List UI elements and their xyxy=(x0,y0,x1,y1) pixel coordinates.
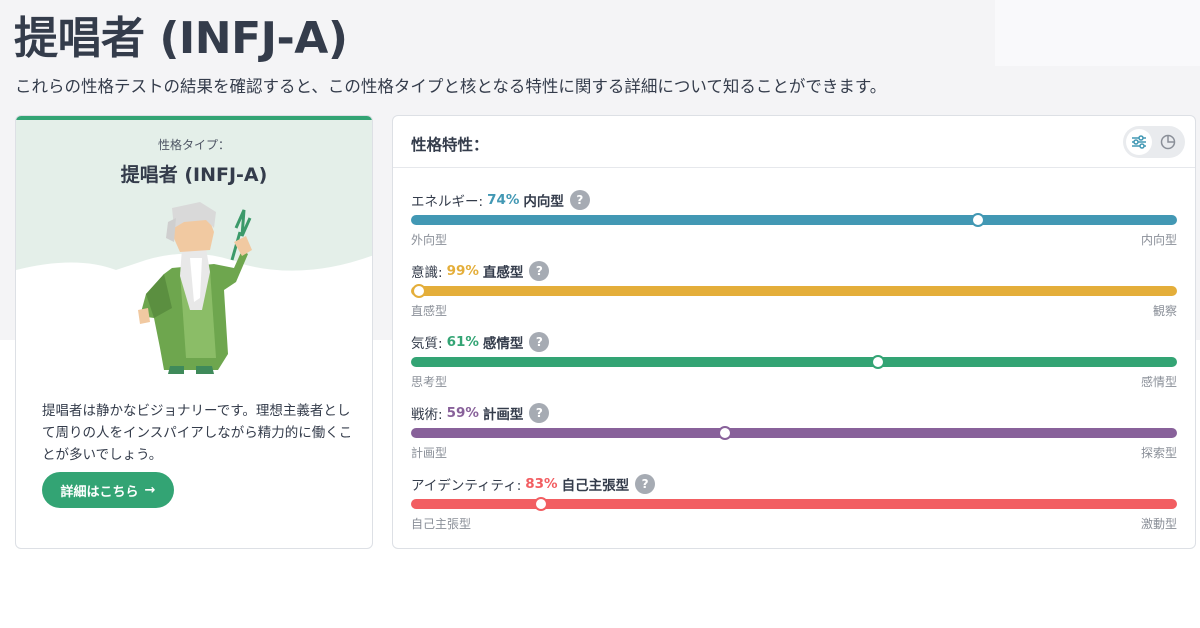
type-label: 性格タイプ： xyxy=(157,138,230,152)
learn-more-label: 詳細はこちら xyxy=(60,484,139,500)
trait-bar xyxy=(411,284,1177,298)
trait-percent: 61% xyxy=(446,334,479,350)
trait-bar xyxy=(411,497,1177,511)
advocate-avatar-icon xyxy=(138,202,252,374)
personality-traits-card: 性格特性： エネルギー: 74% 内向型 ? 外向型 内向型 意識: 99% 直… xyxy=(392,115,1196,549)
trait-mind: 意識: 99% 直感型 ? 直感型 観察 xyxy=(411,260,1177,320)
trait-nature: 気質: 61% 感情型 ? 思考型 感情型 xyxy=(411,331,1177,391)
page-title: 提唱者 (INFJ-A) xyxy=(14,13,348,64)
trait-right-label: 感情型 xyxy=(1140,375,1177,389)
type-description: 提唱者は静かなビジョナリーです。理想主義者として周りの人をインスパイアしながら精… xyxy=(42,403,353,463)
type-name: 提唱者 (INFJ-A) xyxy=(120,164,268,186)
help-icon[interactable]: ? xyxy=(529,403,550,423)
personality-type-card: 性格タイプ： 提唱者 (INFJ-A) 提唱者は静かなビジョナリーです。理想主義… xyxy=(15,115,373,549)
trait-slider-knob[interactable] xyxy=(970,213,985,227)
trait-bar xyxy=(411,355,1177,369)
help-icon[interactable]: ? xyxy=(635,474,656,494)
trait-bar xyxy=(411,213,1177,227)
trait-left-label: 自己主張型 xyxy=(411,517,472,531)
trait-heading: 意識: 99% 直感型 ? xyxy=(411,260,550,282)
trait-percent: 99% xyxy=(446,263,479,279)
view-toggle xyxy=(1123,126,1185,158)
trait-identity: アイデンティティ: 83% 自己主張型 ? 自己主張型 激動型 xyxy=(411,473,1177,533)
trait-heading: アイデンティティ: 83% 自己主張型 ? xyxy=(411,473,656,495)
trait-heading: 気質: 61% 感情型 ? xyxy=(411,331,550,353)
header-patch xyxy=(995,0,1200,66)
trait-name: アイデンティティ: xyxy=(411,478,522,494)
pie-chart-icon xyxy=(1160,134,1176,150)
help-icon[interactable]: ? xyxy=(529,332,550,352)
trait-right-label: 観察 xyxy=(1152,304,1177,318)
page-subtitle: これらの性格テストの結果を確認すると、この性格タイプと核となる特性に関する詳細に… xyxy=(15,77,887,96)
trait-percent: 59% xyxy=(446,405,479,421)
trait-bar xyxy=(411,426,1177,440)
trait-left-label: 思考型 xyxy=(411,375,448,389)
trait-type: 内向型 xyxy=(523,194,564,210)
trait-slider-knob[interactable] xyxy=(871,355,886,369)
trait-name: 気質: xyxy=(411,336,443,352)
trait-left-label: 計画型 xyxy=(411,446,448,460)
sliders-icon xyxy=(1132,135,1146,149)
learn-more-button[interactable]: 詳細はこちら → xyxy=(42,472,174,508)
sliders-view-button[interactable] xyxy=(1126,129,1152,155)
trait-right-label: 内向型 xyxy=(1140,233,1177,247)
trait-left-label: 外向型 xyxy=(411,233,448,247)
trait-name: 意識: xyxy=(411,265,443,281)
trait-type: 自己主張型 xyxy=(561,478,630,494)
help-icon[interactable]: ? xyxy=(529,261,550,281)
trait-name: 戦術: xyxy=(411,407,443,423)
trait-heading: 戦術: 59% 計画型 ? xyxy=(411,402,550,424)
trait-percent: 74% xyxy=(487,192,520,208)
trait-type: 感情型 xyxy=(482,336,524,352)
trait-type: 直感型 xyxy=(482,265,524,281)
trait-right-label: 探索型 xyxy=(1140,446,1177,460)
trait-right-label: 激動型 xyxy=(1140,517,1177,531)
arrow-right-icon: → xyxy=(144,482,156,498)
traits-title: 性格特性： xyxy=(411,136,489,154)
trait-heading: エネルギー: 74% 内向型 ? xyxy=(411,189,590,211)
help-icon[interactable]: ? xyxy=(569,190,590,210)
trait-slider-knob[interactable] xyxy=(534,497,549,511)
trait-slider-knob[interactable] xyxy=(718,426,733,440)
trait-name: エネルギー: xyxy=(411,194,484,210)
trait-percent: 83% xyxy=(525,476,558,492)
trait-type: 計画型 xyxy=(482,407,524,423)
traits-header: 性格特性： xyxy=(393,116,1195,168)
pie-view-button[interactable] xyxy=(1155,129,1181,155)
trait-left-label: 直感型 xyxy=(411,304,448,318)
trait-tactics: 戦術: 59% 計画型 ? 計画型 探索型 xyxy=(411,402,1177,462)
trait-slider-knob[interactable] xyxy=(411,284,426,298)
trait-energy: エネルギー: 74% 内向型 ? 外向型 内向型 xyxy=(411,189,1177,249)
